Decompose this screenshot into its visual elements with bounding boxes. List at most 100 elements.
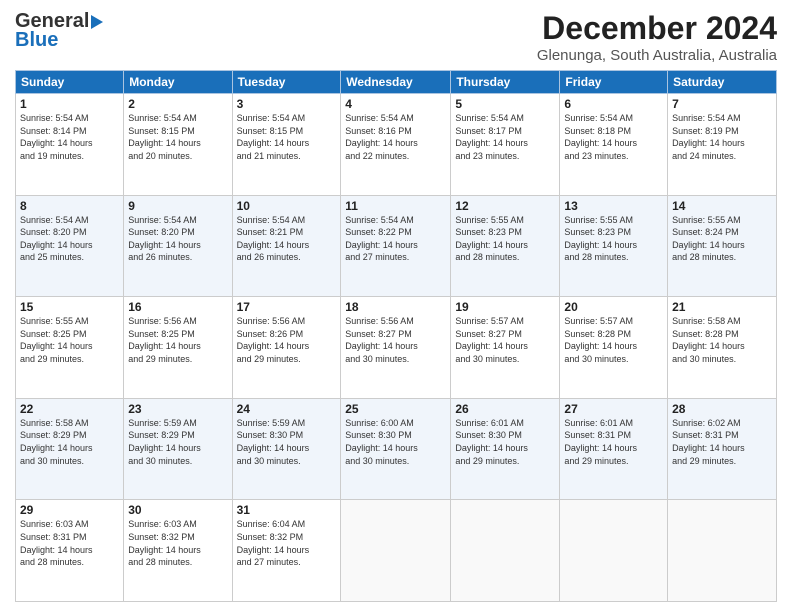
table-cell: 6Sunrise: 5:54 AM Sunset: 8:18 PM Daylig…	[560, 94, 668, 196]
table-cell: 8Sunrise: 5:54 AM Sunset: 8:20 PM Daylig…	[16, 195, 124, 297]
day-info: Sunrise: 6:02 AM Sunset: 8:31 PM Dayligh…	[672, 417, 772, 467]
day-info: Sunrise: 5:54 AM Sunset: 8:15 PM Dayligh…	[128, 112, 227, 162]
day-info: Sunrise: 5:54 AM Sunset: 8:19 PM Dayligh…	[672, 112, 772, 162]
table-cell: 13Sunrise: 5:55 AM Sunset: 8:23 PM Dayli…	[560, 195, 668, 297]
table-cell: 3Sunrise: 5:54 AM Sunset: 8:15 PM Daylig…	[232, 94, 341, 196]
day-info: Sunrise: 5:56 AM Sunset: 8:25 PM Dayligh…	[128, 315, 227, 365]
day-number: 20	[564, 300, 663, 314]
table-cell	[668, 500, 777, 602]
col-saturday: Saturday	[668, 71, 777, 94]
day-info: Sunrise: 5:56 AM Sunset: 8:26 PM Dayligh…	[237, 315, 337, 365]
table-cell: 21Sunrise: 5:58 AM Sunset: 8:28 PM Dayli…	[668, 297, 777, 399]
day-info: Sunrise: 5:58 AM Sunset: 8:28 PM Dayligh…	[672, 315, 772, 365]
day-number: 24	[237, 402, 337, 416]
day-number: 29	[20, 503, 119, 517]
day-info: Sunrise: 5:57 AM Sunset: 8:27 PM Dayligh…	[455, 315, 555, 365]
header: General Blue December 2024 Glenunga, Sou…	[15, 10, 777, 64]
table-cell: 7Sunrise: 5:54 AM Sunset: 8:19 PM Daylig…	[668, 94, 777, 196]
day-info: Sunrise: 6:03 AM Sunset: 8:31 PM Dayligh…	[20, 518, 119, 568]
day-info: Sunrise: 6:04 AM Sunset: 8:32 PM Dayligh…	[237, 518, 337, 568]
day-number: 13	[564, 199, 663, 213]
table-cell: 2Sunrise: 5:54 AM Sunset: 8:15 PM Daylig…	[124, 94, 232, 196]
calendar-week-4: 22Sunrise: 5:58 AM Sunset: 8:29 PM Dayli…	[16, 398, 777, 500]
col-tuesday: Tuesday	[232, 71, 341, 94]
day-info: Sunrise: 5:55 AM Sunset: 8:23 PM Dayligh…	[455, 214, 555, 264]
calendar-week-1: 1Sunrise: 5:54 AM Sunset: 8:14 PM Daylig…	[16, 94, 777, 196]
col-thursday: Thursday	[451, 71, 560, 94]
day-number: 6	[564, 97, 663, 111]
day-number: 28	[672, 402, 772, 416]
table-cell: 25Sunrise: 6:00 AM Sunset: 8:30 PM Dayli…	[341, 398, 451, 500]
col-friday: Friday	[560, 71, 668, 94]
day-number: 5	[455, 97, 555, 111]
day-info: Sunrise: 5:54 AM Sunset: 8:18 PM Dayligh…	[564, 112, 663, 162]
day-info: Sunrise: 5:54 AM Sunset: 8:15 PM Dayligh…	[237, 112, 337, 162]
table-cell	[341, 500, 451, 602]
day-number: 3	[237, 97, 337, 111]
table-cell: 24Sunrise: 5:59 AM Sunset: 8:30 PM Dayli…	[232, 398, 341, 500]
day-number: 4	[345, 97, 446, 111]
day-number: 21	[672, 300, 772, 314]
table-cell: 18Sunrise: 5:56 AM Sunset: 8:27 PM Dayli…	[341, 297, 451, 399]
table-cell: 16Sunrise: 5:56 AM Sunset: 8:25 PM Dayli…	[124, 297, 232, 399]
day-number: 1	[20, 97, 119, 111]
page-subtitle: Glenunga, South Australia, Australia	[537, 47, 777, 64]
day-number: 30	[128, 503, 227, 517]
day-info: Sunrise: 5:54 AM Sunset: 8:20 PM Dayligh…	[20, 214, 119, 264]
day-info: Sunrise: 5:58 AM Sunset: 8:29 PM Dayligh…	[20, 417, 119, 467]
page-title: December 2024	[537, 10, 777, 47]
day-info: Sunrise: 5:54 AM Sunset: 8:16 PM Dayligh…	[345, 112, 446, 162]
day-info: Sunrise: 5:59 AM Sunset: 8:29 PM Dayligh…	[128, 417, 227, 467]
day-info: Sunrise: 5:59 AM Sunset: 8:30 PM Dayligh…	[237, 417, 337, 467]
logo-arrow-icon	[91, 15, 103, 29]
day-info: Sunrise: 5:56 AM Sunset: 8:27 PM Dayligh…	[345, 315, 446, 365]
day-info: Sunrise: 6:01 AM Sunset: 8:31 PM Dayligh…	[564, 417, 663, 467]
calendar-week-3: 15Sunrise: 5:55 AM Sunset: 8:25 PM Dayli…	[16, 297, 777, 399]
table-cell: 20Sunrise: 5:57 AM Sunset: 8:28 PM Dayli…	[560, 297, 668, 399]
col-monday: Monday	[124, 71, 232, 94]
table-cell: 5Sunrise: 5:54 AM Sunset: 8:17 PM Daylig…	[451, 94, 560, 196]
table-cell: 23Sunrise: 5:59 AM Sunset: 8:29 PM Dayli…	[124, 398, 232, 500]
calendar-header-row: Sunday Monday Tuesday Wednesday Thursday…	[16, 71, 777, 94]
day-info: Sunrise: 5:54 AM Sunset: 8:22 PM Dayligh…	[345, 214, 446, 264]
day-info: Sunrise: 5:54 AM Sunset: 8:17 PM Dayligh…	[455, 112, 555, 162]
day-info: Sunrise: 6:00 AM Sunset: 8:30 PM Dayligh…	[345, 417, 446, 467]
title-block: December 2024 Glenunga, South Australia,…	[537, 10, 777, 64]
day-info: Sunrise: 5:54 AM Sunset: 8:14 PM Dayligh…	[20, 112, 119, 162]
day-number: 26	[455, 402, 555, 416]
table-cell: 17Sunrise: 5:56 AM Sunset: 8:26 PM Dayli…	[232, 297, 341, 399]
table-cell: 14Sunrise: 5:55 AM Sunset: 8:24 PM Dayli…	[668, 195, 777, 297]
table-cell: 26Sunrise: 6:01 AM Sunset: 8:30 PM Dayli…	[451, 398, 560, 500]
day-info: Sunrise: 5:54 AM Sunset: 8:20 PM Dayligh…	[128, 214, 227, 264]
logo: General Blue	[15, 10, 103, 52]
table-cell: 12Sunrise: 5:55 AM Sunset: 8:23 PM Dayli…	[451, 195, 560, 297]
table-cell: 1Sunrise: 5:54 AM Sunset: 8:14 PM Daylig…	[16, 94, 124, 196]
table-cell: 10Sunrise: 5:54 AM Sunset: 8:21 PM Dayli…	[232, 195, 341, 297]
day-number: 18	[345, 300, 446, 314]
table-cell: 28Sunrise: 6:02 AM Sunset: 8:31 PM Dayli…	[668, 398, 777, 500]
col-wednesday: Wednesday	[341, 71, 451, 94]
calendar: Sunday Monday Tuesday Wednesday Thursday…	[15, 70, 777, 602]
day-number: 7	[672, 97, 772, 111]
day-number: 25	[345, 402, 446, 416]
day-number: 17	[237, 300, 337, 314]
table-cell: 31Sunrise: 6:04 AM Sunset: 8:32 PM Dayli…	[232, 500, 341, 602]
page: General Blue December 2024 Glenunga, Sou…	[0, 0, 792, 612]
table-cell: 4Sunrise: 5:54 AM Sunset: 8:16 PM Daylig…	[341, 94, 451, 196]
table-cell: 27Sunrise: 6:01 AM Sunset: 8:31 PM Dayli…	[560, 398, 668, 500]
table-cell	[560, 500, 668, 602]
table-cell: 19Sunrise: 5:57 AM Sunset: 8:27 PM Dayli…	[451, 297, 560, 399]
day-info: Sunrise: 6:03 AM Sunset: 8:32 PM Dayligh…	[128, 518, 227, 568]
day-number: 2	[128, 97, 227, 111]
calendar-week-2: 8Sunrise: 5:54 AM Sunset: 8:20 PM Daylig…	[16, 195, 777, 297]
day-number: 23	[128, 402, 227, 416]
day-number: 19	[455, 300, 555, 314]
day-number: 8	[20, 199, 119, 213]
day-info: Sunrise: 5:55 AM Sunset: 8:24 PM Dayligh…	[672, 214, 772, 264]
day-info: Sunrise: 5:57 AM Sunset: 8:28 PM Dayligh…	[564, 315, 663, 365]
table-cell	[451, 500, 560, 602]
day-info: Sunrise: 5:54 AM Sunset: 8:21 PM Dayligh…	[237, 214, 337, 264]
day-number: 12	[455, 199, 555, 213]
table-cell: 9Sunrise: 5:54 AM Sunset: 8:20 PM Daylig…	[124, 195, 232, 297]
day-number: 11	[345, 199, 446, 213]
